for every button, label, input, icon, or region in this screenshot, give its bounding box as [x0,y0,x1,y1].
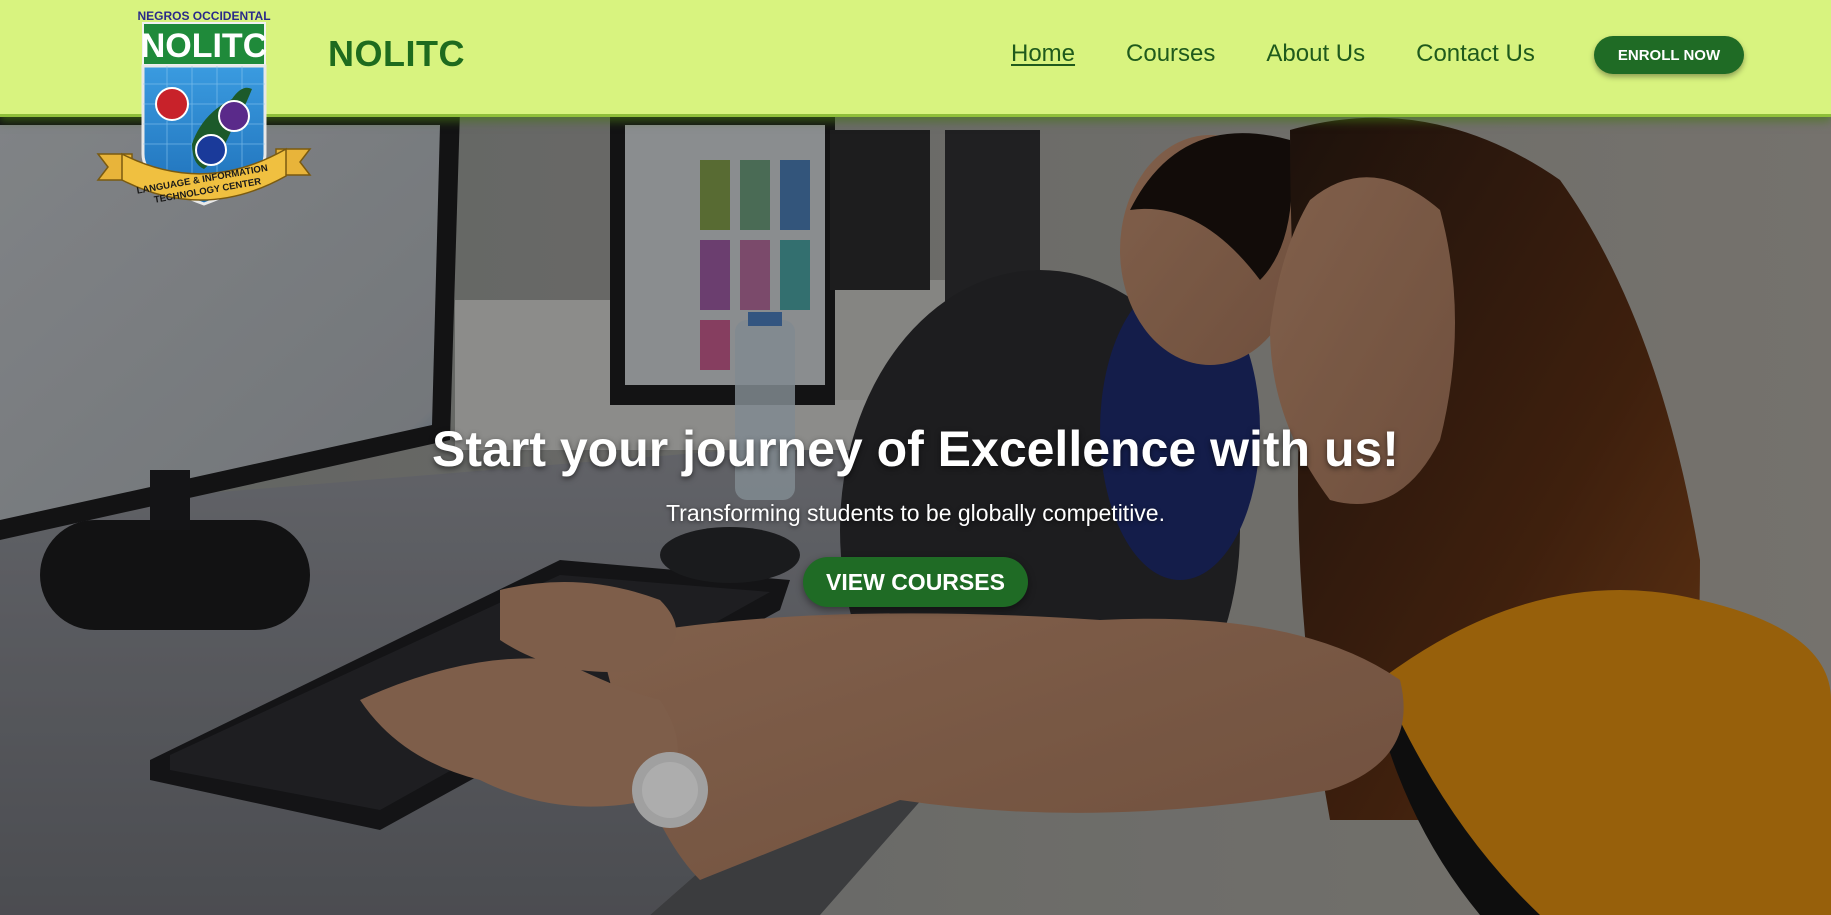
nolitc-logo-emblem: NEGROS OCCIDENTAL NOLITC LANGUAGE & INFO… [96,9,312,206]
nav-about-link[interactable]: About Us [1266,40,1365,68]
logo-top-text: NEGROS OCCIDENTAL [137,9,270,23]
nav-courses-link[interactable]: Courses [1126,40,1215,68]
hero-content: Start your journey of Excellence with us… [0,420,1831,607]
brand-name[interactable]: NOLITC [328,33,465,75]
nolitc-logo[interactable]: NEGROS OCCIDENTAL NOLITC LANGUAGE & INFO… [92,4,316,216]
logo-main-text: NOLITC [141,27,268,65]
hero-title: Start your journey of Excellence with us… [432,421,1399,477]
enroll-now-button[interactable]: ENROLL NOW [1594,36,1744,74]
view-courses-button[interactable]: VIEW COURSES [803,557,1028,607]
nav-contact-link[interactable]: Contact Us [1416,40,1535,68]
nav-home-link[interactable]: Home [1011,40,1075,68]
hero-subtitle: Transforming students to be globally com… [665,500,1165,526]
main-nav: Home Courses About Us Contact Us [1011,40,1586,68]
